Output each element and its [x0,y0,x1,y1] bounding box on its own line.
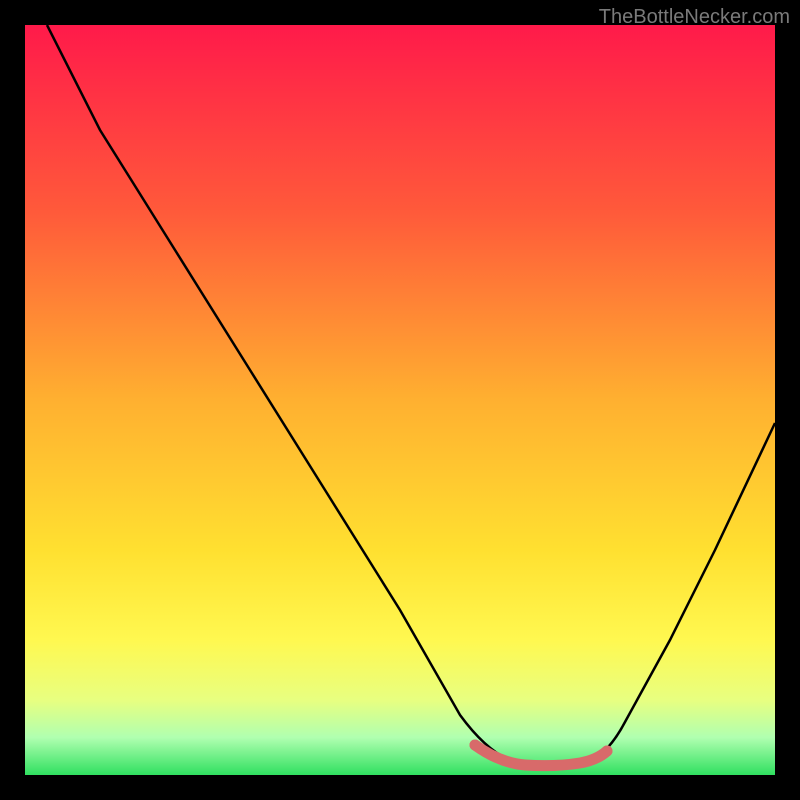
watermark-text: TheBottleNecker.com [599,6,790,29]
bottleneck-curve [47,25,775,766]
highlight-end-dot [602,746,613,757]
highlight-start-dot [470,740,481,751]
chart-curves [25,25,775,775]
highlight-segment [475,745,607,766]
plot-area [25,25,775,775]
